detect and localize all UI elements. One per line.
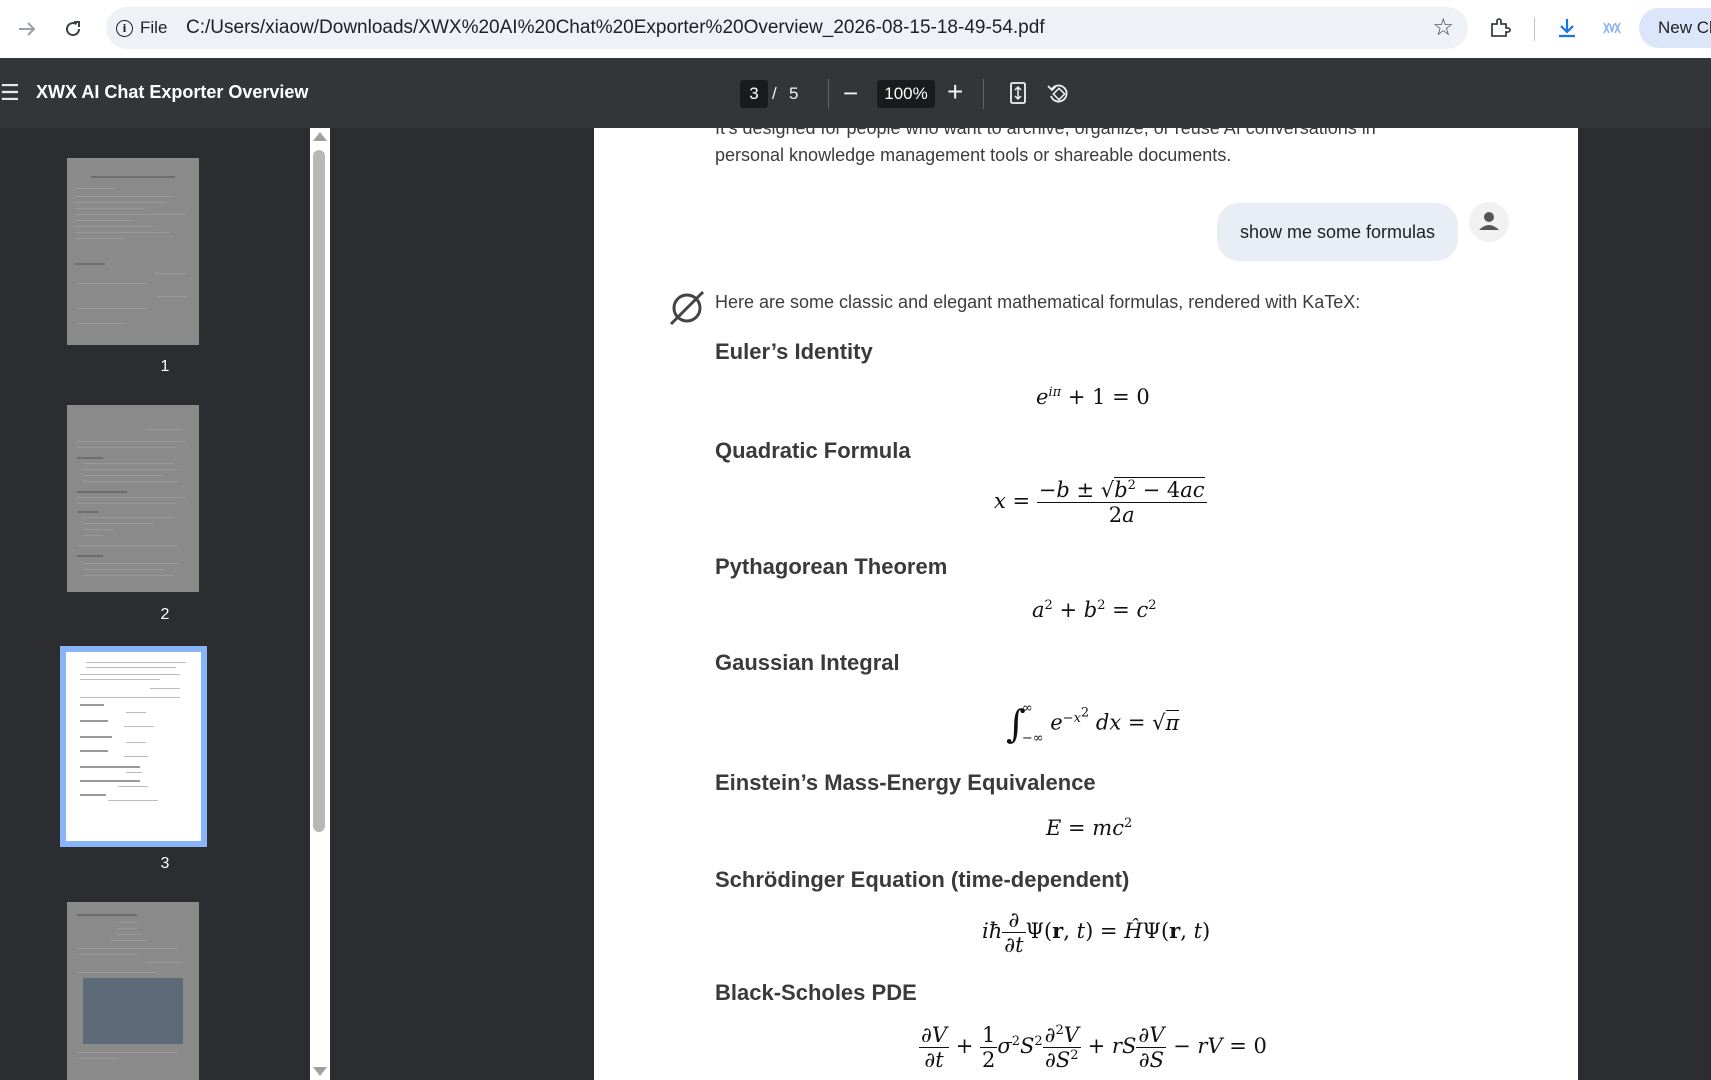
page-total: 5	[789, 84, 799, 103]
extensions-button[interactable]	[1484, 12, 1516, 44]
user-avatar	[1469, 202, 1509, 242]
ai-response-intro: Here are some classic and elegant mathem…	[715, 292, 1361, 312]
new-chat-chip[interactable]: New Ch	[1639, 8, 1711, 48]
section-heading: Pythagorean Theorem	[715, 554, 948, 579]
section-heading: Black-Scholes PDE	[715, 980, 917, 1005]
browser-toolbar: i File C:/Users/xiaow/Downloads/XWX%20AI…	[0, 0, 1711, 58]
puzzle-icon	[1491, 18, 1511, 37]
fit-to-page-button[interactable]	[1010, 82, 1026, 109]
site-chip-label: File	[140, 18, 168, 37]
thumbnail-label: 3	[160, 855, 170, 872]
intro-text: It's designed for people who want to arc…	[715, 128, 1376, 138]
address-bar[interactable]: i File C:/Users/xiaow/Downloads/XWX%20AI…	[106, 7, 1468, 49]
einstein-formula: E = mc2	[1046, 816, 1133, 840]
scroll-down-arrow-icon[interactable]	[313, 1067, 327, 1076]
section-heading: Gaussian Integral	[715, 650, 900, 675]
section-heading: Schrödinger Equation (time-dependent)	[715, 867, 1130, 892]
url-text[interactable]: C:/Users/xiaow/Downloads/XWX%20AI%20Chat…	[186, 17, 1045, 39]
person-icon	[1479, 212, 1499, 230]
section-heading: Einstein’s Mass-Energy Equivalence	[715, 770, 1096, 795]
downloads-button[interactable]	[1551, 12, 1583, 44]
thumbnail-image	[83, 978, 183, 1044]
thumbnail-label: 1	[160, 358, 170, 375]
toolbar-divider	[1534, 17, 1535, 41]
xwx-extension-icon	[1603, 22, 1621, 34]
pdf-toolbar: ☰ XWX AI Chat Exporter Overview 3 / 5 − …	[0, 58, 1711, 128]
page-thumbnail-2[interactable]	[67, 405, 199, 592]
menu-icon[interactable]: ☰	[0, 80, 20, 106]
toolbar-separator	[828, 79, 829, 109]
user-message-bubble: show me some formulas	[1217, 203, 1458, 261]
euler-formula: eiπ + 1 = 0	[1036, 385, 1150, 409]
page-number-input[interactable]: 3	[740, 80, 768, 108]
ai-logo-icon	[667, 288, 707, 333]
section-heading: Euler’s Identity	[715, 339, 873, 364]
arrow-right-icon	[19, 22, 36, 36]
quadratic-formula: x = −b ± √b2 − 4ac 2a	[994, 477, 1207, 527]
sidebar-scrollbar-thumb[interactable]	[313, 150, 325, 832]
rotate-button[interactable]	[1046, 81, 1070, 110]
black-scholes-formula: ∂V ∂t + 1 2 σ2S2 ∂2V ∂S2 + rS ∂V ∂S − rV = 0	[919, 1023, 1267, 1072]
pdf-page: It's designed for people who want to arc…	[594, 128, 1578, 1080]
page-thumbnail-1[interactable]	[67, 158, 199, 345]
reload-button[interactable]	[58, 14, 88, 44]
rotate-icon	[1047, 84, 1068, 103]
bookmark-star-icon[interactable]: ☆	[1432, 13, 1454, 42]
thumbnail-sidebar: 1 2 3	[0, 128, 330, 1080]
zoom-out-button[interactable]: −	[843, 78, 858, 109]
reload-icon	[66, 21, 81, 37]
document-title: XWX AI Chat Exporter Overview	[36, 82, 309, 102]
forward-button[interactable]	[12, 14, 42, 44]
thumbnail-label: 2	[160, 606, 170, 623]
section-heading: Quadratic Formula	[715, 438, 911, 463]
pythagorean-formula: a2 + b2 = c2	[1032, 598, 1157, 622]
zoom-in-button[interactable]: +	[947, 76, 963, 108]
toolbar-separator	[983, 79, 984, 109]
gaussian-formula: ∫ ∞ −∞ e−x2 dx = √π	[1006, 701, 1180, 746]
info-icon: i	[116, 19, 133, 37]
page-thumbnail-3	[66, 652, 201, 841]
download-icon	[1559, 19, 1575, 38]
site-info-chip[interactable]: i File	[116, 15, 167, 41]
schrodinger-formula: iħ ∂ ∂t Ψ(r, t) = ĤΨ(r, t)	[982, 908, 1211, 957]
page-separator: /	[772, 84, 777, 103]
page-thumbnail-3-selected[interactable]	[60, 646, 207, 847]
zoom-input[interactable]: 100%	[877, 80, 935, 108]
page-thumbnail-4[interactable]	[67, 902, 199, 1080]
fit-page-icon	[1010, 82, 1026, 104]
extension-xwx-button[interactable]	[1596, 12, 1628, 44]
intro-text: personal knowledge management tools or s…	[715, 145, 1232, 165]
scroll-up-arrow-icon[interactable]	[313, 132, 327, 141]
